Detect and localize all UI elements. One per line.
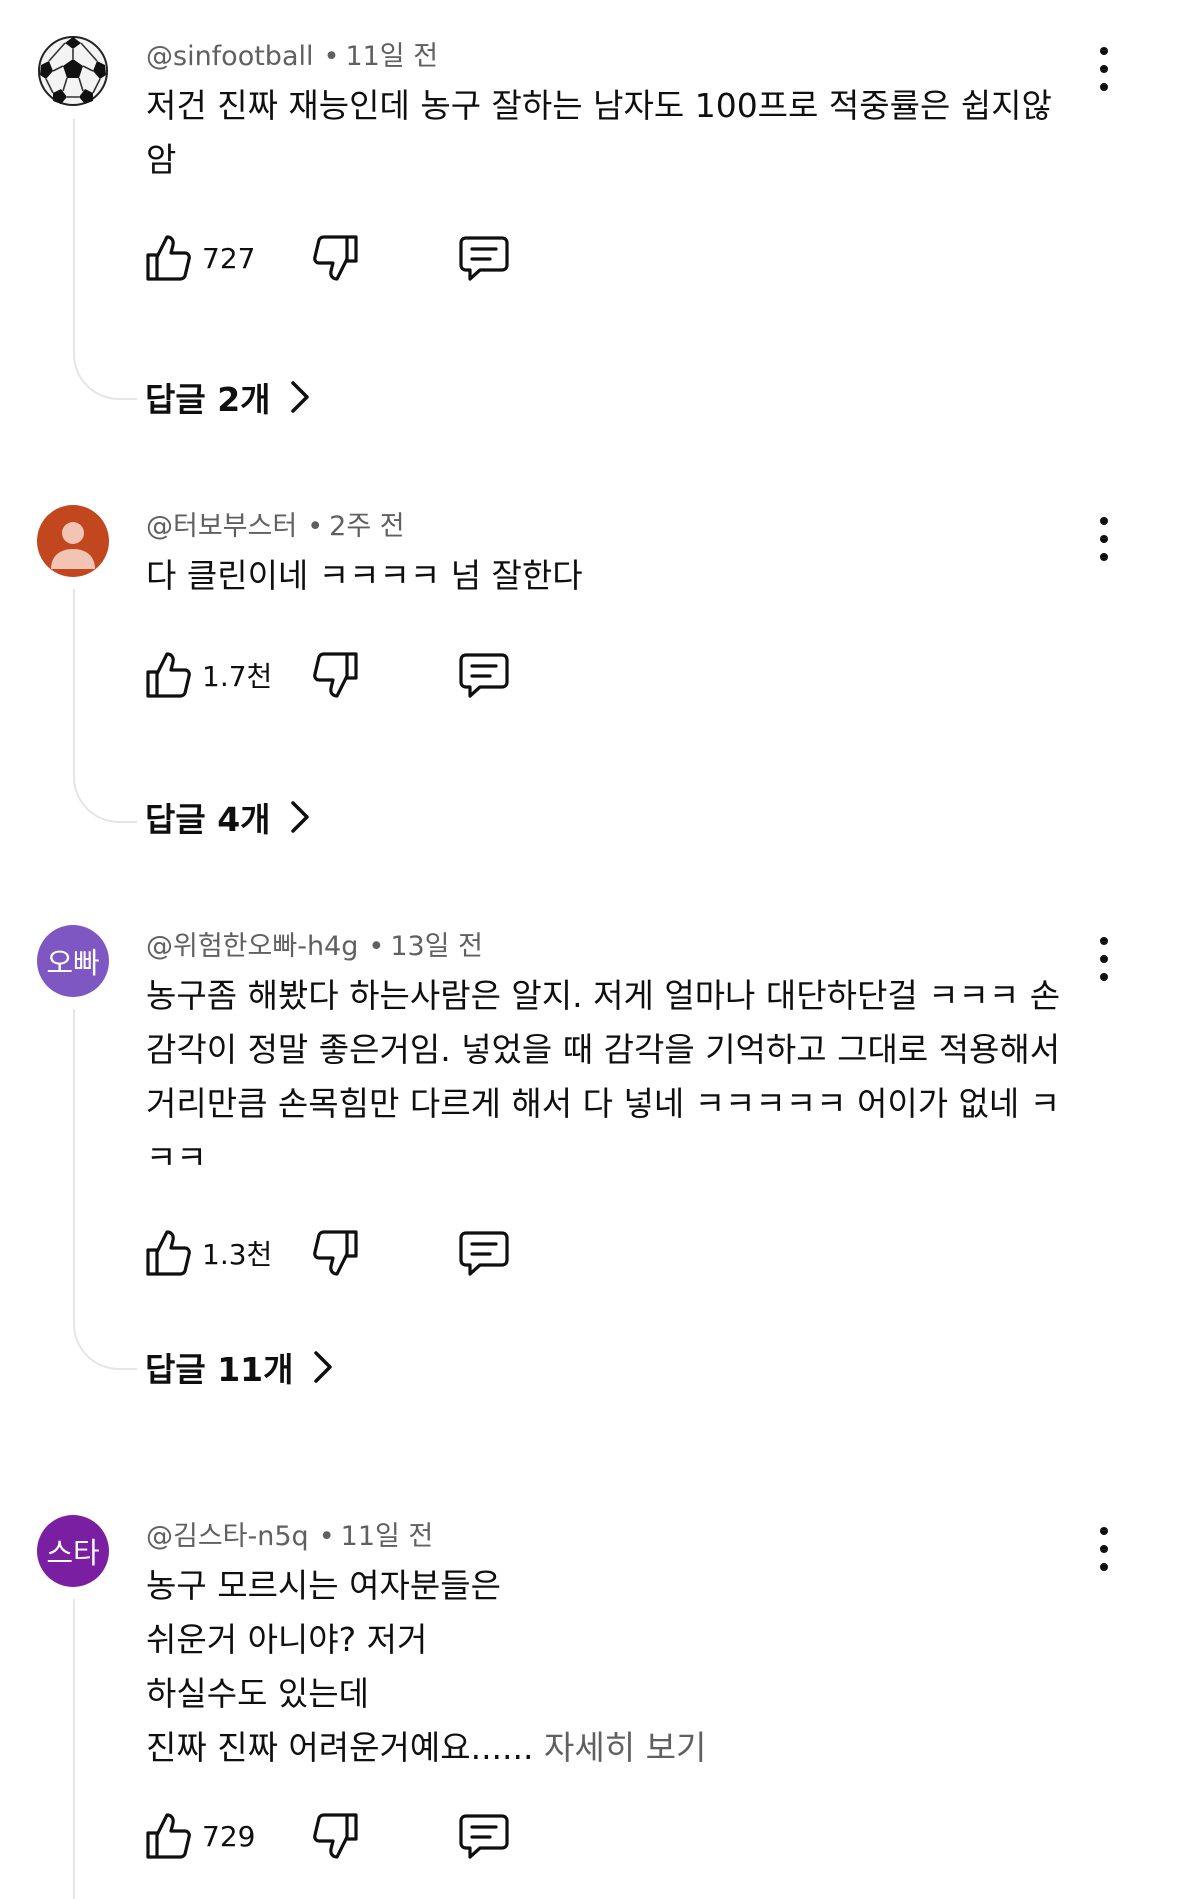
comment-text: 농구좀 해봤다 하는사람은 알지. 저게 얼마나 대단하단걸 ㅋㅋㅋ 손 감각이…	[146, 969, 1096, 1185]
comment-time[interactable]: 13일 전	[390, 931, 483, 962]
thread-line	[73, 1009, 137, 1370]
author-handle[interactable]: @위험한오빠-h4g	[146, 931, 358, 962]
author-handle[interactable]: @sinfootball	[146, 41, 314, 72]
like-button[interactable]: 1.7천	[144, 647, 272, 703]
like-count: 727	[202, 241, 256, 275]
thumbs-up-icon	[146, 1813, 191, 1859]
comment-line-text: 진짜 진짜 어려운거예요......	[146, 1728, 534, 1767]
dislike-button[interactable]	[312, 1225, 360, 1281]
like-button[interactable]: 727	[144, 230, 255, 286]
replies-label: 답글 2개	[145, 380, 271, 419]
comment-text: 저건 진짜 재능인데 농구 잘하는 남자도 100프로 적중률은 쉽지않 암	[146, 79, 1096, 187]
thumbs-up-icon	[146, 235, 191, 281]
avatar-initials: 스타	[46, 1536, 100, 1570]
separator-dot: •	[318, 1521, 335, 1552]
comment-line: ㅋㅋ	[146, 1138, 207, 1177]
comment-icon	[459, 1814, 509, 1859]
comment-actions: 729	[144, 1808, 544, 1864]
replies-label: 답글 11개	[145, 1350, 294, 1389]
comment-time[interactable]: 2주 전	[329, 511, 404, 542]
separator-dot: •	[368, 931, 385, 962]
comment-icon	[459, 653, 509, 698]
author-handle[interactable]: @터보부스터	[146, 511, 297, 542]
replies-label: 답글 4개	[145, 800, 271, 839]
dislike-button[interactable]	[312, 1808, 360, 1864]
comment-text: 농구 모르시는 여자분들은 쉬운거 아니야? 저거 하실수도 있는데 진짜 진짜…	[146, 1559, 1096, 1775]
soccer-ball-icon	[38, 36, 108, 106]
comment-line: 진짜 진짜 어려운거예요...... 자세히 보기	[146, 1721, 1096, 1775]
thread-line	[73, 589, 137, 823]
dislike-button[interactable]	[312, 230, 360, 286]
thumbs-down-icon	[313, 1230, 358, 1276]
comment-line: 암	[146, 140, 177, 179]
reply-button[interactable]	[458, 230, 510, 286]
comment-icon	[459, 1231, 509, 1276]
thumbs-up-icon	[146, 1230, 191, 1276]
comment-meta: @김스타-n5q • 11일 전	[146, 1517, 433, 1557]
thread-line	[73, 119, 137, 400]
reply-button[interactable]	[458, 1808, 510, 1864]
avatar-initials: 오빠	[46, 946, 100, 980]
chevron-right-icon	[313, 1351, 332, 1383]
avatar[interactable]	[37, 505, 109, 577]
chevron-right-icon	[290, 381, 309, 413]
comment-line: 농구좀 해봤다 하는사람은 알지. 저게 얼마나 대단하단걸 ㅋㅋㅋ 손	[146, 976, 1061, 1015]
comment-meta: @터보부스터 • 2주 전	[146, 507, 405, 547]
comment-icon	[459, 236, 509, 281]
like-count: 1.7천	[202, 660, 273, 693]
replies-toggle[interactable]: 답글 11개	[145, 1345, 334, 1389]
comment-text: 다 클린이네 ㅋㅋㅋㅋ 넘 잘한다	[146, 549, 1096, 603]
avatar[interactable]	[37, 35, 109, 107]
author-handle[interactable]: @김스타-n5q	[146, 1521, 309, 1552]
default-person-icon	[51, 522, 95, 569]
like-count: 1.3천	[202, 1238, 273, 1271]
separator-dot: •	[307, 511, 324, 542]
like-button[interactable]: 1.3천	[144, 1225, 272, 1281]
comment-actions: 1.3천	[144, 1225, 544, 1281]
replies-toggle[interactable]: 답글 2개	[145, 375, 311, 419]
reply-button[interactable]	[458, 647, 510, 703]
avatar[interactable]: 스타	[37, 1515, 109, 1587]
dislike-button[interactable]	[312, 647, 360, 703]
comment-time[interactable]: 11일 전	[345, 41, 438, 72]
comment-line: 감각이 정말 좋은거임. 넣었을 때 감각을 기억하고 그대로 적용해서	[146, 1030, 1061, 1069]
reply-button[interactable]	[458, 1225, 510, 1281]
comment-meta: @sinfootball • 11일 전	[146, 37, 438, 77]
avatar[interactable]: 오빠	[37, 925, 109, 997]
thumbs-up-icon	[146, 652, 191, 698]
comment-time[interactable]: 11일 전	[341, 1521, 434, 1552]
thread-line	[73, 1599, 137, 1899]
comment-line: 하실수도 있는데	[146, 1674, 370, 1713]
comment-line: 다 클린이네 ㅋㅋㅋㅋ 넘 잘한다	[146, 556, 583, 595]
comment-actions: 1.7천	[144, 647, 544, 703]
comment-actions: 727	[144, 230, 544, 286]
comment-line: 거리만큼 손목힘만 다르게 해서 다 넣네 ㅋㅋㅋㅋㅋ 어이가 없네 ㅋ	[146, 1084, 1061, 1123]
chevron-right-icon	[290, 801, 309, 833]
comment-line: 쉬운거 아니야? 저거	[146, 1620, 428, 1659]
comment-meta: @위험한오빠-h4g • 13일 전	[146, 927, 483, 967]
thumbs-down-icon	[313, 652, 358, 698]
like-button[interactable]: 729	[144, 1808, 255, 1864]
thumbs-down-icon	[313, 235, 358, 281]
like-count: 729	[202, 1819, 256, 1853]
comment-line: 농구 모르시는 여자분들은	[146, 1566, 501, 1605]
separator-dot: •	[323, 41, 340, 72]
replies-toggle[interactable]: 답글 4개	[145, 795, 311, 839]
thumbs-down-icon	[313, 1813, 358, 1859]
read-more-link[interactable]: 자세히 보기	[544, 1728, 706, 1767]
comment-line: 저건 진짜 재능인데 농구 잘하는 남자도 100프로 적중률은 쉽지않	[146, 86, 1052, 125]
